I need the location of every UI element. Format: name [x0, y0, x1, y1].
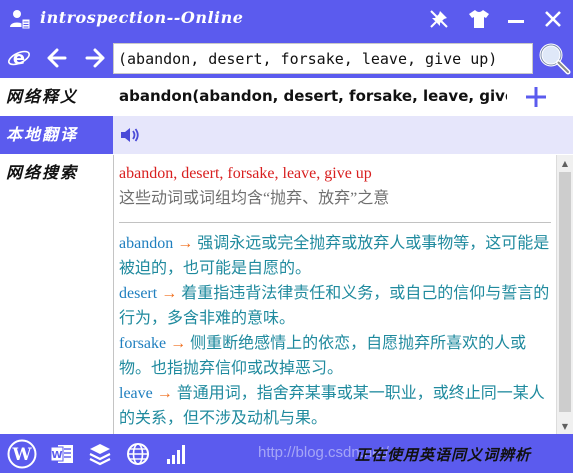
- signal-button[interactable]: [160, 437, 192, 470]
- ie-browser-icon: e: [8, 48, 30, 69]
- minimize-icon: [508, 20, 524, 23]
- entry-term: leave: [119, 385, 153, 402]
- scroll-up-icon[interactable]: ▲: [557, 155, 573, 171]
- globe-button[interactable]: [122, 437, 154, 470]
- entry-term: desert: [119, 285, 158, 302]
- skin-button[interactable]: [462, 0, 496, 38]
- svg-text:W: W: [51, 450, 62, 461]
- headword-title: abandon(abandon, desert, forsake, leave,…: [119, 87, 507, 105]
- pronunciation-row: [113, 116, 573, 154]
- close-icon: [545, 11, 561, 27]
- synonym-entry: forsake → 侧重断绝感情上的依恋，自愿抛弃所喜欢的人或物。也指抛弃信仰或…: [119, 331, 551, 381]
- add-to-wordbook-button[interactable]: [521, 80, 551, 114]
- scroll-down-icon[interactable]: ▼: [557, 418, 573, 434]
- svg-text:e: e: [13, 48, 25, 69]
- bottom-toolbar: W W http://blog.csdn.net/ 正在使用英语同义词辨析: [0, 434, 573, 473]
- plus-icon: [526, 87, 546, 107]
- layers-icon: [89, 443, 111, 465]
- close-button[interactable]: [536, 0, 570, 38]
- magnifier-icon: [539, 43, 570, 75]
- entry-text: 普通用词，指舍弃某事或某一职业，或终止同一某人的关系，但不涉及动机与果。: [119, 385, 545, 427]
- synonym-entry: leave → 普通用词，指舍弃某事或某一职业，或终止同一某人的关系，但不涉及动…: [119, 381, 551, 431]
- arrow-left-icon: [47, 48, 67, 68]
- arrow-right-icon: →: [161, 285, 178, 302]
- word-button[interactable]: W: [46, 437, 78, 470]
- wordpress-button[interactable]: W: [6, 437, 38, 470]
- layers-button[interactable]: [84, 437, 116, 470]
- wordpress-icon: W: [7, 439, 37, 468]
- content-divider: [119, 222, 551, 223]
- entry-text: 着重指违背法律责任和义务，或自己的信仰与誓言的行为，多含非难的意味。: [119, 285, 550, 327]
- synonym-headword: abandon, desert, forsake, leave, give up: [119, 165, 372, 182]
- address-bar: e: [0, 38, 573, 78]
- synonym-entry: abandon → 强调永远或完全抛弃或放弃人或事物等，这可能是被迫的，也可能是…: [119, 231, 551, 281]
- user-doc-icon: [10, 10, 31, 30]
- browser-button[interactable]: e: [4, 42, 34, 74]
- title-bar: introspection--Online: [0, 0, 573, 38]
- entry-term: forsake: [119, 335, 167, 352]
- unpin-icon: [430, 10, 448, 28]
- unpin-button[interactable]: [422, 0, 456, 38]
- signal-bars-icon: [167, 444, 185, 464]
- entry-term: abandon: [119, 235, 174, 252]
- arrow-right-icon: →: [156, 385, 173, 402]
- back-button[interactable]: [42, 42, 72, 74]
- globe-icon: [127, 442, 149, 465]
- app-title: introspection--Online: [40, 8, 244, 27]
- search-button[interactable]: [534, 38, 573, 78]
- minimize-button[interactable]: [499, 0, 533, 38]
- sidebar-item-web-search[interactable]: 网络搜索: [0, 154, 113, 192]
- synonym-entry: desert → 着重指违背法律责任和义务，或自己的信仰与誓言的行为，多含非难的…: [119, 281, 551, 331]
- arrow-right-icon: [85, 48, 105, 68]
- tshirt-icon: [469, 10, 489, 28]
- arrow-right-icon: →: [170, 335, 187, 352]
- translation-content: abandon, desert, forsake, leave, give up…: [113, 155, 573, 434]
- synonym-summary: 这些动词或词组均含“抛弃、放弃”之意: [119, 190, 390, 207]
- speaker-icon[interactable]: [119, 126, 141, 144]
- forward-button[interactable]: [80, 42, 110, 74]
- status-text: 正在使用英语同义词辨析: [355, 446, 532, 464]
- search-input[interactable]: [113, 43, 533, 74]
- arrow-right-icon: →: [177, 235, 194, 252]
- word-header: abandon(abandon, desert, forsake, leave,…: [113, 78, 573, 116]
- sidebar: 网络释义 本地翻译 网络搜索: [0, 78, 113, 434]
- word-doc-icon: W: [50, 444, 73, 463]
- vertical-scrollbar[interactable]: ▲ ▼: [556, 155, 573, 434]
- svg-text:W: W: [11, 445, 32, 465]
- scroll-thumb[interactable]: [559, 172, 571, 412]
- sidebar-item-web-definition[interactable]: 网络释义: [0, 78, 113, 116]
- sidebar-item-local-translation[interactable]: 本地翻译: [0, 116, 113, 154]
